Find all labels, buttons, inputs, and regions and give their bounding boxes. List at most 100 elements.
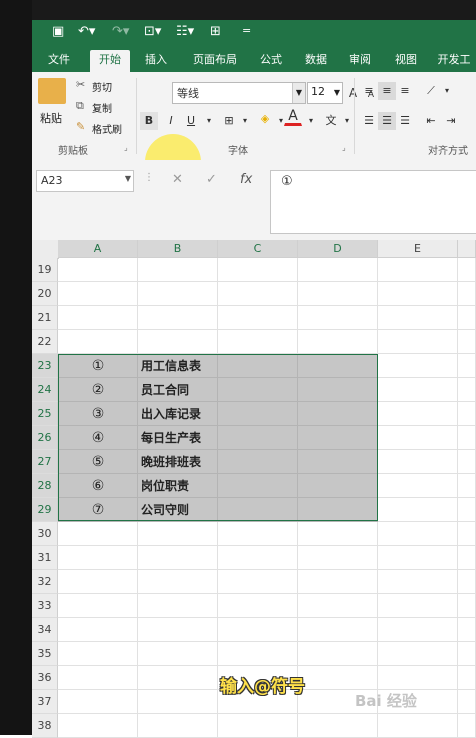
cell[interactable] (138, 594, 218, 618)
cell[interactable] (218, 330, 298, 354)
cell[interactable] (458, 354, 476, 378)
chevron-down-icon[interactable]: ▼ (292, 83, 305, 103)
align-left-icon[interactable]: ☰ (360, 112, 378, 130)
cell[interactable] (458, 546, 476, 570)
row-header[interactable]: 20 (32, 282, 58, 306)
row-header[interactable]: 28 (32, 474, 58, 498)
cut-button[interactable]: 剪切 (92, 79, 112, 94)
cell[interactable] (458, 618, 476, 642)
decrease-indent-icon[interactable]: ⇤ (422, 112, 440, 130)
row-header[interactable]: 22 (32, 330, 58, 354)
cell[interactable] (58, 594, 138, 618)
cell[interactable] (298, 714, 378, 738)
cell[interactable] (58, 522, 138, 546)
cell[interactable] (138, 330, 218, 354)
chevron-down-icon[interactable]: ▼ (125, 174, 131, 183)
cell[interactable] (458, 594, 476, 618)
redo-icon[interactable]: ↷▾ (112, 24, 129, 39)
chevron-down-icon[interactable]: ▾ (438, 82, 456, 100)
cell[interactable] (298, 306, 378, 330)
copy-icon[interactable]: ⧉ (76, 99, 84, 113)
cell[interactable] (378, 522, 458, 546)
cell[interactable] (458, 330, 476, 354)
align-bottom-icon[interactable]: ≡ (396, 82, 414, 100)
form-icon[interactable]: ⊞ (210, 24, 221, 39)
column-header-e[interactable]: E (378, 240, 458, 258)
cell[interactable] (298, 642, 378, 666)
cell[interactable] (458, 642, 476, 666)
row-header[interactable]: 38 (32, 714, 58, 738)
cell[interactable] (218, 306, 298, 330)
tab-home[interactable]: 开始 (90, 50, 130, 72)
cell[interactable] (218, 714, 298, 738)
cell[interactable] (218, 594, 298, 618)
cell[interactable] (298, 282, 378, 306)
cell[interactable] (458, 378, 476, 402)
more-options-icon[interactable]: ⋮ (144, 172, 154, 183)
format-painter-button[interactable]: 格式刷 (92, 121, 122, 136)
undo-icon[interactable]: ↶▾ (78, 24, 95, 39)
row-header[interactable]: 26 (32, 426, 58, 450)
cell[interactable] (378, 618, 458, 642)
row-header[interactable]: 29 (32, 498, 58, 522)
row-header[interactable]: 27 (32, 450, 58, 474)
row-header[interactable]: 35 (32, 642, 58, 666)
cell[interactable] (458, 690, 476, 714)
cell[interactable] (458, 426, 476, 450)
cell[interactable] (378, 474, 458, 498)
cell[interactable] (378, 570, 458, 594)
format-painter-icon[interactable]: ✎ (76, 120, 85, 133)
cell[interactable] (378, 354, 458, 378)
cell[interactable] (58, 330, 138, 354)
tab-file[interactable]: 文件 (40, 50, 78, 72)
tab-data[interactable]: 数据 (298, 50, 334, 72)
row-header[interactable]: 23 (32, 354, 58, 378)
name-box[interactable]: A23 ▼ (36, 170, 134, 192)
cell[interactable] (58, 714, 138, 738)
tab-formulas[interactable]: 公式 (254, 50, 288, 72)
cancel-icon[interactable]: ✕ (172, 172, 183, 187)
underline-button[interactable]: U (182, 112, 200, 130)
row-header[interactable]: 21 (32, 306, 58, 330)
cell[interactable] (58, 258, 138, 282)
chevron-down-icon[interactable]: ▾ (302, 112, 320, 130)
cell[interactable] (138, 618, 218, 642)
cell[interactable] (458, 474, 476, 498)
column-header-a[interactable]: A (58, 240, 138, 258)
cell[interactable] (298, 522, 378, 546)
cell[interactable] (298, 258, 378, 282)
cell[interactable] (378, 426, 458, 450)
cell[interactable] (378, 666, 458, 690)
cell[interactable] (458, 522, 476, 546)
cell[interactable] (218, 642, 298, 666)
cell[interactable] (378, 378, 458, 402)
scissors-icon[interactable]: ✂ (76, 78, 85, 91)
row-header[interactable]: 31 (32, 546, 58, 570)
cell[interactable] (378, 258, 458, 282)
cell[interactable] (378, 714, 458, 738)
italic-button[interactable]: I (162, 112, 180, 130)
cell[interactable] (58, 690, 138, 714)
cell[interactable] (138, 690, 218, 714)
cell[interactable] (218, 258, 298, 282)
cell[interactable] (298, 594, 378, 618)
cell[interactable] (458, 402, 476, 426)
cell[interactable] (378, 498, 458, 522)
cell[interactable] (138, 714, 218, 738)
cell[interactable] (138, 546, 218, 570)
chevron-down-icon[interactable]: ▼ (332, 83, 342, 103)
cell[interactable] (458, 450, 476, 474)
row-header[interactable]: 30 (32, 522, 58, 546)
cell[interactable] (218, 570, 298, 594)
bold-button[interactable]: B (140, 112, 158, 130)
column-header-c[interactable]: C (218, 240, 298, 258)
formula-input[interactable]: ① (270, 170, 476, 234)
column-header-f[interactable] (458, 240, 476, 258)
cell[interactable] (138, 258, 218, 282)
copy-button[interactable]: 复制 (92, 100, 112, 115)
cell[interactable] (138, 570, 218, 594)
customize-qat-button[interactable]: = (242, 24, 251, 37)
font-launcher-icon[interactable]: ⌟ (342, 143, 346, 152)
sort-icon[interactable]: ☷▾ (176, 24, 194, 39)
cell[interactable] (58, 306, 138, 330)
